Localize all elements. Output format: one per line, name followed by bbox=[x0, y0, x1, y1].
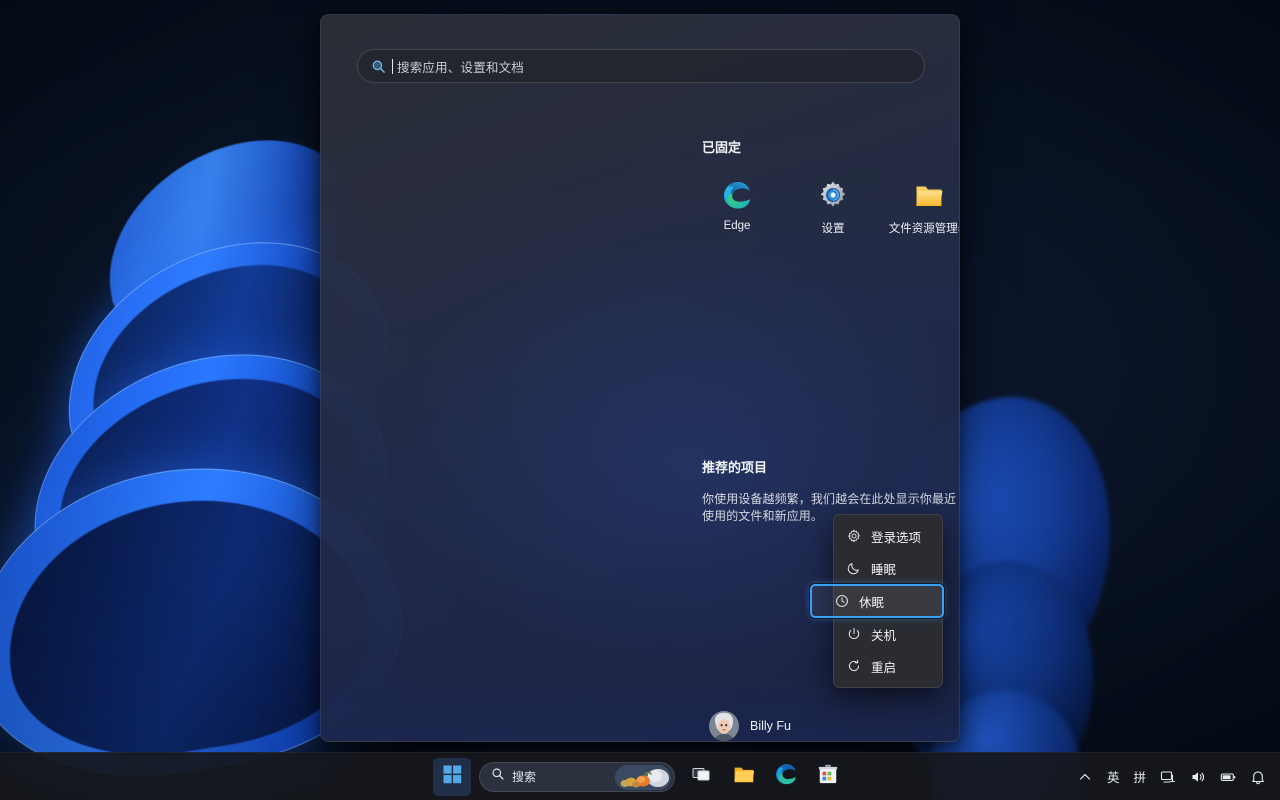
file-explorer-folder-icon bbox=[913, 179, 945, 211]
power-options-flyout: 登录选项 睡眠 休眠 关机 重启 bbox=[810, 514, 944, 688]
search-placeholder-text: 搜索应用、设置和文档 bbox=[397, 60, 525, 75]
clock-icon bbox=[834, 594, 849, 609]
task-view-icon bbox=[692, 764, 712, 789]
volume-button[interactable] bbox=[1184, 760, 1212, 794]
pinned-app-label: 文件资源管理器 bbox=[888, 223, 959, 235]
task-view-button[interactable] bbox=[683, 758, 721, 796]
power-menu-item-label: 重启 bbox=[871, 660, 897, 675]
pinned-app-label: Edge bbox=[723, 220, 751, 232]
power-menu-item-label: 关机 bbox=[871, 628, 897, 643]
microsoft-store-icon bbox=[817, 763, 839, 790]
pinned-section-title: 已固定 bbox=[702, 140, 742, 155]
battery-button[interactable] bbox=[1214, 760, 1242, 794]
user-name-label: Billy Fu bbox=[750, 719, 791, 733]
notifications-button[interactable] bbox=[1244, 760, 1272, 794]
pinned-app-settings[interactable]: 设置 bbox=[785, 173, 881, 236]
edge-icon bbox=[774, 762, 798, 791]
ime-pinyin-indicator[interactable]: 拼 bbox=[1127, 760, 1152, 794]
power-menu-item-hibernate[interactable]: 休眠 bbox=[810, 584, 944, 618]
pinned-app-label: 设置 bbox=[821, 223, 845, 235]
power-menu-item-restart[interactable]: 重启 bbox=[834, 650, 942, 682]
taskbar: 搜索 英 拼 bbox=[0, 752, 1280, 800]
settings-gear-icon bbox=[817, 179, 849, 211]
power-icon bbox=[846, 627, 861, 642]
start-button[interactable] bbox=[433, 757, 471, 796]
restart-icon bbox=[846, 659, 861, 674]
ime-pinyin-label: 拼 bbox=[1133, 771, 1146, 785]
taskbar-app-file-explorer[interactable] bbox=[725, 758, 763, 796]
ime-mode-indicator[interactable]: 英 bbox=[1101, 760, 1126, 794]
network-button[interactable] bbox=[1154, 760, 1182, 794]
pinned-app-file-explorer[interactable]: 文件资源管理器 bbox=[881, 173, 959, 236]
edge-icon bbox=[721, 179, 753, 211]
moon-icon bbox=[846, 561, 861, 576]
battery-icon bbox=[1220, 769, 1236, 785]
volume-icon bbox=[1190, 769, 1206, 785]
power-menu-item-shutdown[interactable]: 关机 bbox=[834, 618, 942, 650]
show-hidden-icons-button[interactable] bbox=[1071, 760, 1099, 794]
bing-daily-image-thumbnail[interactable] bbox=[615, 764, 671, 790]
gear-icon bbox=[846, 529, 861, 544]
avatar bbox=[709, 711, 739, 741]
power-menu-item-sleep[interactable]: 睡眠 bbox=[834, 552, 942, 584]
bell-icon bbox=[1250, 769, 1266, 785]
taskbar-app-edge[interactable] bbox=[767, 758, 805, 796]
chevron-up-icon bbox=[1077, 769, 1093, 785]
pinned-app-edge[interactable]: Edge bbox=[689, 173, 785, 236]
windows-logo-icon bbox=[442, 764, 462, 789]
network-icon bbox=[1160, 769, 1176, 785]
recommended-section-title: 推荐的项目 bbox=[702, 460, 768, 475]
taskbar-search-label: 搜索 bbox=[512, 770, 537, 784]
ime-mode-label: 英 bbox=[1106, 771, 1120, 785]
search-input[interactable]: 搜索应用、设置和文档 bbox=[357, 49, 925, 83]
file-explorer-folder-icon bbox=[732, 762, 756, 791]
power-menu-item-label: 登录选项 bbox=[871, 530, 922, 545]
taskbar-search-box[interactable]: 搜索 bbox=[479, 761, 675, 792]
power-menu-item-label: 睡眠 bbox=[871, 562, 897, 577]
search-icon bbox=[370, 58, 386, 74]
power-menu-item-label: 休眠 bbox=[859, 595, 885, 610]
start-search-row: 搜索应用、设置和文档 bbox=[357, 49, 925, 83]
search-icon bbox=[491, 767, 505, 786]
text-caret bbox=[392, 58, 393, 74]
user-account-button[interactable]: Billy Fu bbox=[705, 707, 801, 741]
system-tray: 英 拼 bbox=[1071, 760, 1272, 794]
taskbar-app-microsoft-store[interactable] bbox=[809, 758, 847, 796]
power-menu-item-signin-options[interactable]: 登录选项 bbox=[834, 520, 942, 552]
pinned-apps-grid: Edge 设置 文件资源管理 bbox=[689, 173, 959, 236]
